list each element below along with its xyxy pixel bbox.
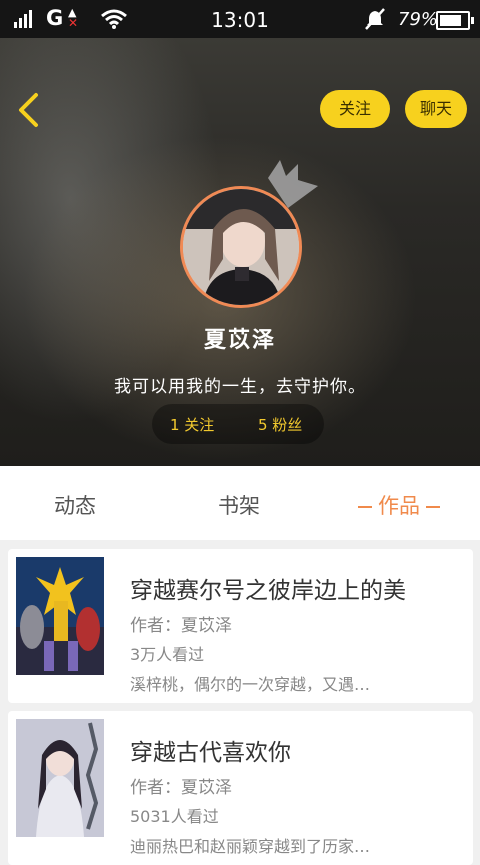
avatar-image: [183, 189, 299, 305]
tab-bar: 动态 书架 作品: [0, 466, 480, 540]
back-icon[interactable]: [16, 92, 42, 128]
work-card[interactable]: 穿越古代喜欢你 作者：夏苡泽 5031人看过 迪丽热巴和赵丽颖穿越到了历家…: [8, 711, 473, 865]
work-description: 溪梓桃，偶尔的一次穿越，又遇…: [130, 675, 371, 694]
mute-icon: [365, 8, 385, 30]
work-card[interactable]: 穿越赛尔号之彼岸边上的美 作者：夏苡泽 3万人看过 溪梓桃，偶尔的一次穿越，又遇…: [8, 549, 473, 703]
battery-percent: 79%: [398, 9, 439, 30]
profile-header: 关注 聊天 夏苡泽 我可以用我的一生，去守护你。 1 关注 5 粉丝: [0, 38, 480, 466]
avatar[interactable]: [180, 186, 302, 308]
work-title: 穿越赛尔号之彼岸边上的美: [130, 578, 406, 604]
work-author: 作者：夏苡泽: [130, 616, 232, 636]
book-cover: [16, 557, 104, 675]
active-indicator: [358, 506, 372, 508]
chat-button[interactable]: 聊天: [405, 90, 467, 128]
work-views: 5031人看过: [130, 807, 219, 826]
book-cover: [16, 719, 104, 837]
user-name: 夏苡泽: [203, 328, 276, 353]
tab-works[interactable]: 作品: [352, 490, 446, 520]
work-views: 3万人看过: [130, 645, 205, 664]
battery-icon: [436, 11, 474, 30]
stats-bar: 1 关注 5 粉丝: [152, 404, 324, 444]
active-indicator: [426, 506, 440, 508]
work-title: 穿越古代喜欢你: [130, 740, 291, 766]
user-motto: 我可以用我的一生，去守护你。: [114, 377, 366, 397]
fans-count[interactable]: 5 粉丝: [258, 414, 302, 435]
tab-activity[interactable]: 动态: [54, 490, 96, 520]
follows-count[interactable]: 1 关注: [170, 414, 214, 435]
status-bar: G ▲ ✕ 13:01 79%: [0, 0, 480, 38]
work-author: 作者：夏苡泽: [130, 778, 232, 798]
tab-works-label: 作品: [378, 494, 420, 518]
follow-button[interactable]: 关注: [320, 90, 390, 128]
work-description: 迪丽热巴和赵丽颖穿越到了历家…: [130, 837, 371, 856]
tab-bookshelf[interactable]: 书架: [218, 490, 260, 520]
